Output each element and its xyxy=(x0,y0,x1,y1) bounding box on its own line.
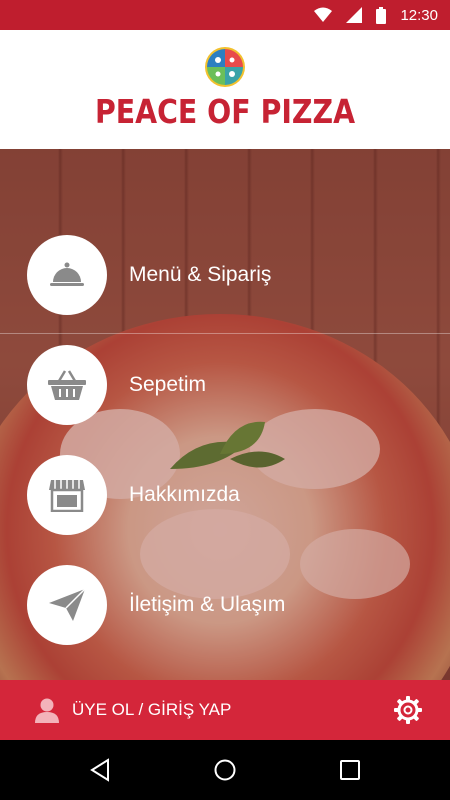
menu-item-contact[interactable]: İletişim & Ulaşım xyxy=(27,565,285,645)
recents-icon[interactable] xyxy=(338,758,362,782)
wifi-icon xyxy=(314,7,333,23)
menu-label: İletişim & Ulaşım xyxy=(129,593,286,616)
menu-icon-circle xyxy=(27,235,107,315)
hero-background: Menü & Sipariş Sepetim Hakkımızda İletiş… xyxy=(0,149,450,680)
back-icon[interactable] xyxy=(88,758,112,782)
footer-bar: ÜYE OL / GİRİŞ YAP xyxy=(0,680,450,740)
app-header: PEACE OF PIZZA xyxy=(0,30,450,149)
menu-icon-circle xyxy=(27,565,107,645)
register-login-label: ÜYE OL / GİRİŞ YAP xyxy=(72,700,232,719)
menu-label: Hakkımızda xyxy=(129,483,240,506)
pizza-logo-icon xyxy=(205,47,245,87)
menu-label: Menü & Sipariş xyxy=(129,263,272,286)
brand-title: PEACE OF PIZZA xyxy=(94,92,356,131)
user-icon xyxy=(35,698,59,723)
home-icon[interactable] xyxy=(213,758,237,782)
system-nav-bar xyxy=(0,740,450,800)
menu-icon-circle xyxy=(27,455,107,535)
serving-cloche-icon xyxy=(50,262,84,286)
menu-icon-circle xyxy=(27,345,107,425)
status-time: 12:30 xyxy=(400,6,438,24)
storefront-icon xyxy=(49,480,85,512)
menu-item-about[interactable]: Hakkımızda xyxy=(27,455,240,535)
battery-icon xyxy=(376,6,387,24)
signal-icon xyxy=(346,7,363,23)
gear-icon[interactable] xyxy=(394,696,422,724)
status-bar: 12:30 xyxy=(0,0,450,30)
basket-icon xyxy=(48,370,86,400)
menu-label: Sepetim xyxy=(129,373,207,396)
register-login-button[interactable]: ÜYE OL / GİRİŞ YAP xyxy=(34,697,231,723)
divider xyxy=(0,333,450,334)
menu-item-order[interactable]: Menü & Sipariş xyxy=(27,235,271,315)
paper-plane-icon xyxy=(49,589,85,621)
menu-item-cart[interactable]: Sepetim xyxy=(27,345,206,425)
